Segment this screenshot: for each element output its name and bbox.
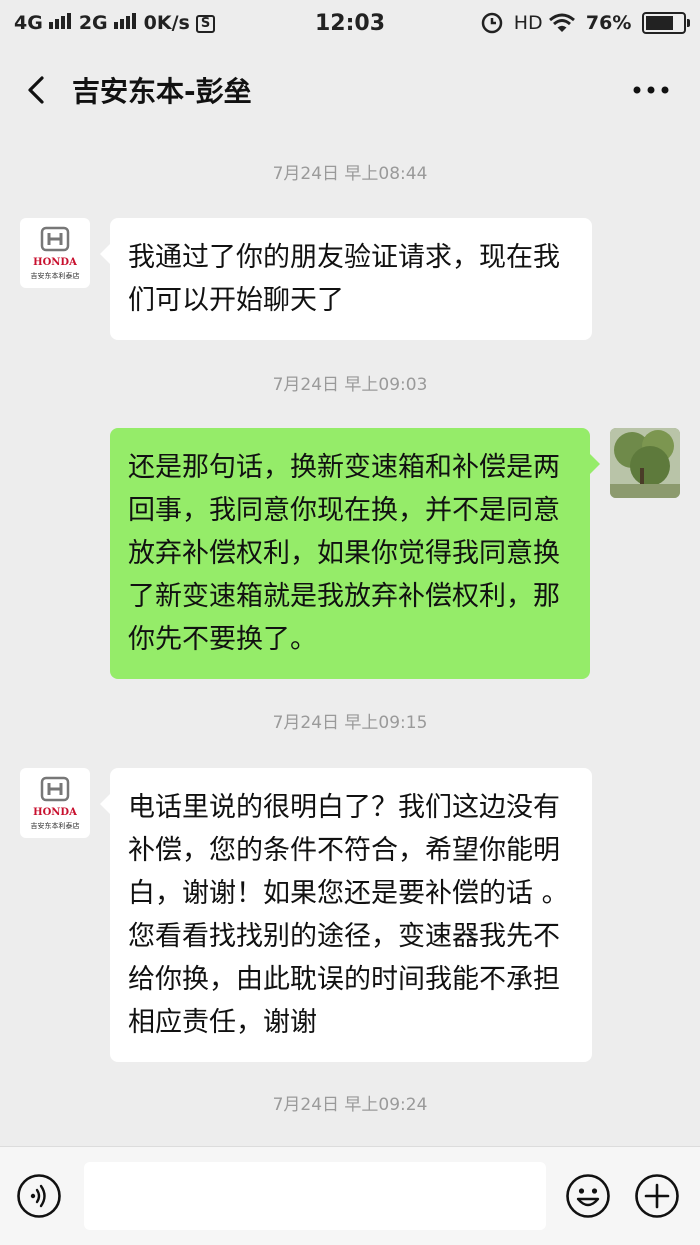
message-bubble[interactable]: 电话里说的很明白了？我们这边没有补偿，您的条件不符合，希望你能明白，谢谢！如果您… [100,768,592,1062]
avatar[interactable]: HONDA 吉安东本利泰店 [20,218,90,288]
avatar[interactable]: HONDA 吉安东本利泰店 [20,768,90,838]
honda-brand-text: HONDA [33,807,77,818]
honda-logo: HONDA 吉安东本利泰店 [31,776,80,830]
emoji-icon[interactable] [565,1173,611,1219]
message-bubble-self[interactable]: 还是那句话，换新变速箱和补偿是两回事，我同意你现在换，并不是同意放弃补偿权利，如… [110,428,600,679]
avatar-self[interactable] [610,428,680,498]
status-right: HD 76% [481,11,690,34]
chat-header: 吉安东本-彭垒 [0,50,700,130]
battery-fill [646,15,673,30]
battery-icon [642,11,690,34]
message-bubble[interactable]: 我通过了你的朋友验证请求，现在我们可以开始聊天了 [100,218,592,340]
alarm-icon [481,12,503,33]
plus-icon[interactable] [634,1173,680,1219]
more-dots-icon[interactable] [628,72,674,108]
input-bar [0,1146,700,1245]
battery-percent: 76% [585,11,632,34]
chevron-left-icon[interactable] [20,72,56,108]
status-bar: 4G 2G 0K/s S 12:03 HD 76% [0,0,700,50]
honda-logo: HONDA 吉安东本利泰店 [31,226,80,280]
timestamp: 7月24日 早上09:24 [272,1095,428,1115]
timestamp: 7月24日 早上09:03 [272,375,428,395]
voice-icon[interactable] [16,1173,62,1219]
dealer-text: 吉安东本利泰店 [31,271,80,280]
timestamp: 7月24日 早上08:44 [272,164,428,184]
tree-photo-icon [610,428,680,498]
hd-label: HD [513,11,543,34]
honda-brand-text: HONDA [33,257,77,268]
timestamp: 7月24日 早上09:15 [272,713,428,733]
wifi-icon [549,13,576,32]
message-input[interactable] [84,1162,546,1230]
dealer-text: 吉安东本利泰店 [31,821,80,830]
chat-title: 吉安东本-彭垒 [72,75,252,108]
